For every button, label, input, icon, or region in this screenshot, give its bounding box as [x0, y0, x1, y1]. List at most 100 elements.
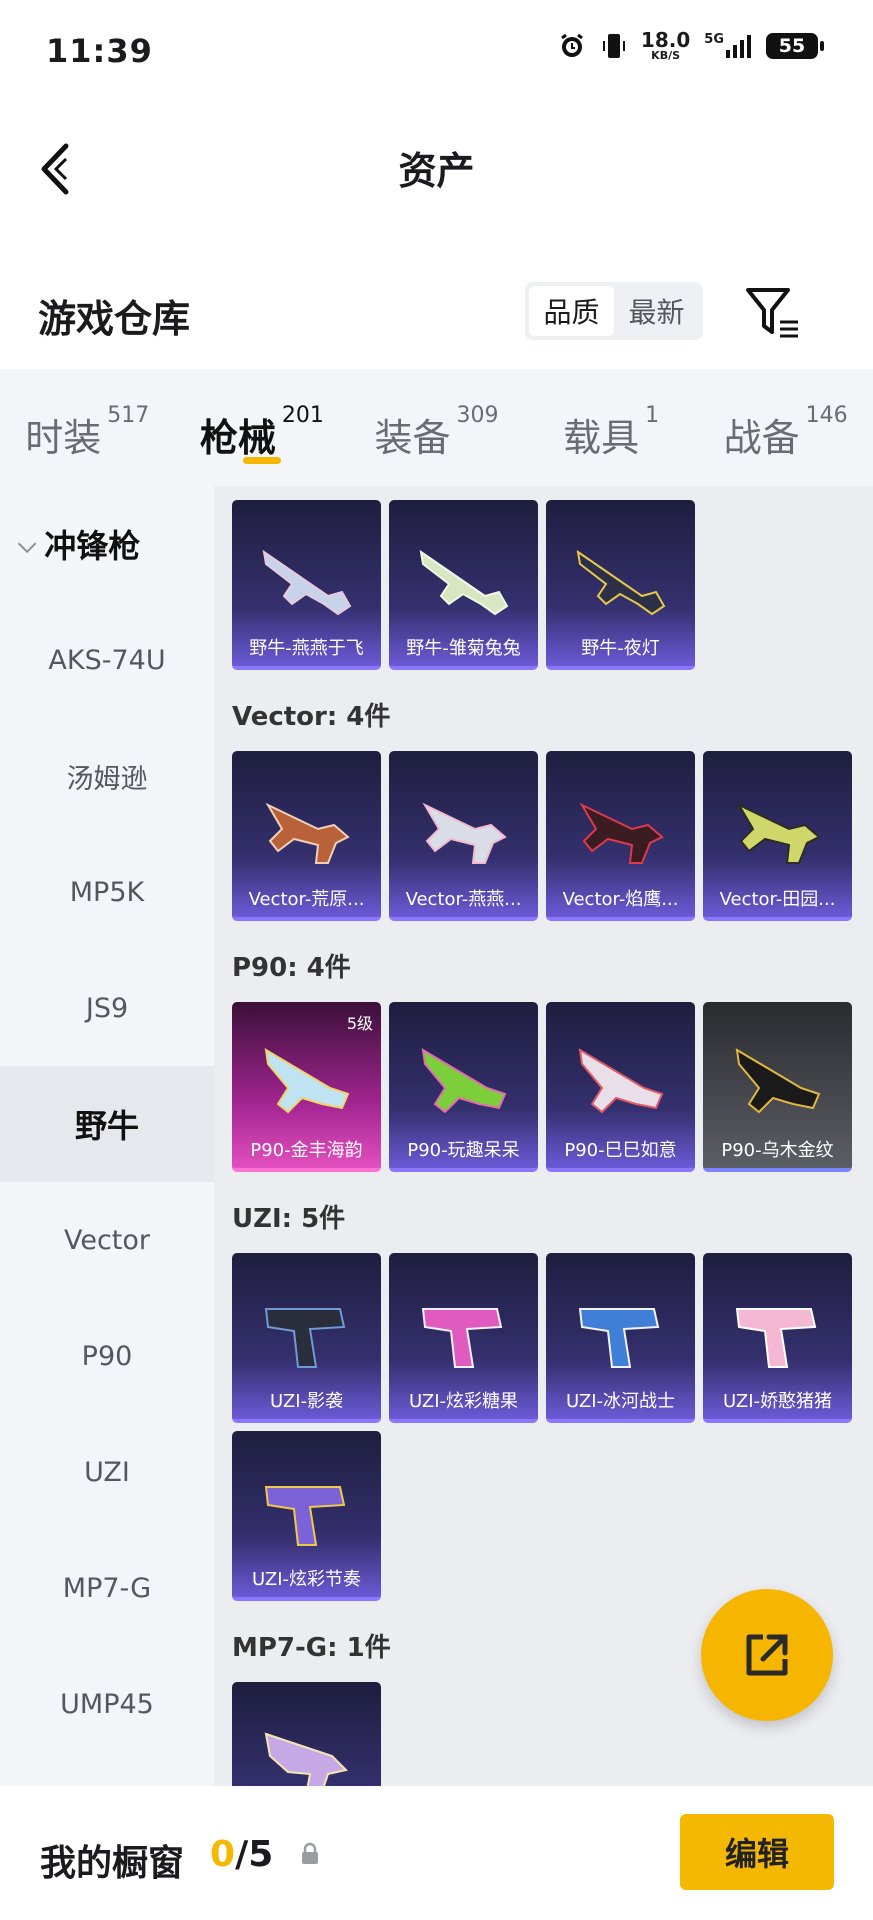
- card-name: UZI-炫彩节奏: [252, 1569, 361, 1590]
- sidebar-item-vector[interactable]: Vector: [0, 1182, 214, 1298]
- tab-count: 309: [456, 403, 499, 428]
- weapon-card[interactable]: Vector-田园...: [703, 751, 852, 921]
- card-name: UZI-冰河战士: [566, 1391, 675, 1412]
- alarm-icon: [557, 31, 587, 61]
- share-button[interactable]: [701, 1589, 833, 1721]
- uzi-grid: UZI-影袭 UZI-炫彩糖果 UZI-冰河战士 UZI-娇憨猪猪 UZI-炫彩…: [214, 1253, 873, 1601]
- gun-icon: [735, 1048, 821, 1114]
- sidebar-item-mp7g[interactable]: MP7-G: [0, 1530, 214, 1646]
- sidebar-item-mp5k[interactable]: MP5K: [0, 834, 214, 950]
- card-name: P90-玩趣呆呆: [407, 1140, 520, 1161]
- card-name: 野牛-雏菊兔兔: [406, 638, 521, 659]
- weapon-card[interactable]: UZI-炫彩糖果: [389, 1253, 538, 1423]
- sidebar-item-ump45[interactable]: UMP45: [0, 1646, 214, 1762]
- gun-icon: [262, 549, 352, 616]
- showcase-count-total: /5: [235, 1834, 274, 1875]
- gun-icon: [421, 1048, 507, 1114]
- p90-grid: 5级 P90-金丰海韵 P90-玩趣呆呆 P90-巳巳如意 P90-乌木金纹: [214, 1002, 873, 1172]
- card-name: P90-巳巳如意: [564, 1140, 677, 1161]
- showcase-label: 我的橱窗: [40, 1843, 185, 1884]
- lock-icon: [302, 1842, 318, 1864]
- showcase-count-current: 0: [210, 1834, 236, 1875]
- card-name: Vector-田园...: [719, 889, 836, 910]
- sidebar-item-bizon[interactable]: 野牛: [0, 1066, 214, 1182]
- chevron-down-icon: ⌵: [18, 530, 37, 558]
- sort-toggle: 品质 最新: [525, 282, 703, 340]
- vibrate-icon: [601, 31, 627, 61]
- warehouse-bar: 游戏仓库 品质 最新: [0, 234, 873, 369]
- card-name: Vector-燕燕...: [405, 889, 522, 910]
- status-icons: 18.0 KB/S 5G 55: [557, 30, 824, 61]
- card-name: UZI-炫彩糖果: [409, 1391, 518, 1412]
- weapon-card[interactable]: 野牛-燕燕于飞: [232, 500, 381, 670]
- gun-icon: [578, 1048, 664, 1114]
- status-bar: 11:39 18.0 KB/S 5G 55: [0, 0, 873, 104]
- gun-icon: [422, 802, 507, 864]
- signal-icon: 5G: [704, 32, 752, 60]
- gun-icon: [264, 1732, 348, 1786]
- section-title-p90: P90: 4件: [232, 953, 351, 983]
- gun-icon: [736, 802, 821, 864]
- weapon-card[interactable]: P90-玩趣呆呆: [389, 1002, 538, 1172]
- sidebar-group-label: 冲锋枪: [44, 527, 141, 565]
- gun-icon: [265, 802, 350, 864]
- tab-guns[interactable]: 枪械 201: [175, 369, 350, 486]
- tab-fashion[interactable]: 时装 517: [0, 369, 175, 486]
- card-level-badge: 5级: [346, 1014, 373, 1033]
- tab-label: 枪械: [199, 416, 276, 460]
- card-name: P90-乌木金纹: [721, 1140, 834, 1161]
- gun-icon: [735, 1308, 817, 1368]
- tab-count: 517: [107, 403, 150, 428]
- card-name: UZI-影袭: [270, 1391, 343, 1412]
- gun-icon: [419, 549, 509, 616]
- battery-icon: 55: [766, 32, 824, 59]
- weapon-card[interactable]: 野牛-雏菊兔兔: [389, 500, 538, 670]
- weapon-card[interactable]: Vector-焰鹰...: [546, 751, 695, 921]
- gun-icon: [579, 802, 664, 864]
- card-name: UZI-娇憨猪猪: [723, 1391, 832, 1412]
- edit-button[interactable]: 编辑: [680, 1814, 834, 1890]
- sidebar-item-aks74u[interactable]: AKS-74U: [0, 602, 214, 718]
- tab-label: 战备: [723, 416, 800, 460]
- tab-vehicles[interactable]: 载具 1: [524, 369, 699, 486]
- tab-count: 1: [645, 403, 660, 428]
- weapon-card[interactable]: Vector-荒原...: [232, 751, 381, 921]
- sort-quality[interactable]: 品质: [529, 286, 614, 336]
- sidebar-item-p90[interactable]: P90: [0, 1298, 214, 1414]
- weapon-card[interactable]: 野牛-夜灯: [546, 500, 695, 670]
- weapon-card[interactable]: UZI-炫彩节奏: [232, 1431, 381, 1601]
- weapon-card[interactable]: P90-巳巳如意: [546, 1002, 695, 1172]
- showcase-bar: 我的橱窗 0/5 编辑: [0, 1786, 873, 1920]
- weapon-card[interactable]: P90-乌木金纹: [703, 1002, 852, 1172]
- weapon-sidebar: ⌵ 冲锋枪 AKS-74U 汤姆逊 MP5K JS9 野牛 Vector P90…: [0, 486, 214, 1786]
- status-time: 11:39: [46, 32, 153, 70]
- card-name: Vector-荒原...: [248, 889, 365, 910]
- sidebar-item-thompson[interactable]: 汤姆逊: [0, 718, 214, 834]
- weapon-card[interactable]: 5级 P90-金丰海韵: [232, 1002, 381, 1172]
- weapon-card[interactable]: UZI-影袭: [232, 1253, 381, 1423]
- section-title-vector: Vector: 4件: [232, 702, 391, 732]
- filter-button[interactable]: [742, 282, 804, 344]
- sidebar-item-uzi[interactable]: UZI: [0, 1414, 214, 1530]
- gun-icon: [264, 1308, 346, 1368]
- card-name: 野牛-燕燕于飞: [249, 638, 364, 659]
- weapon-card[interactable]: Vector-燕燕...: [389, 751, 538, 921]
- net-type: 5G: [704, 31, 724, 47]
- sidebar-group-smg[interactable]: ⌵ 冲锋枪: [0, 486, 214, 602]
- tab-equipment[interactable]: 装备 309: [349, 369, 524, 486]
- sort-latest[interactable]: 最新: [614, 286, 699, 336]
- gun-icon: [576, 549, 666, 616]
- bison-grid: 野牛-燕燕于飞 野牛-雏菊兔兔 野牛-夜灯: [214, 486, 873, 670]
- tab-gear[interactable]: 战备 146: [698, 369, 873, 486]
- weapon-card[interactable]: UZI-冰河战士: [546, 1253, 695, 1423]
- tab-active-indicator: [242, 457, 281, 464]
- weapon-card[interactable]: [232, 1682, 381, 1786]
- header: 资产: [0, 104, 873, 234]
- card-name: P90-金丰海韵: [250, 1140, 363, 1161]
- sidebar-item-js9[interactable]: JS9: [0, 950, 214, 1066]
- gun-icon: [578, 1308, 660, 1368]
- gun-icon: [421, 1308, 503, 1368]
- external-link-icon: [746, 1634, 788, 1676]
- weapon-card[interactable]: UZI-娇憨猪猪: [703, 1253, 852, 1423]
- net-speed: 18.0 KB/S: [641, 30, 690, 61]
